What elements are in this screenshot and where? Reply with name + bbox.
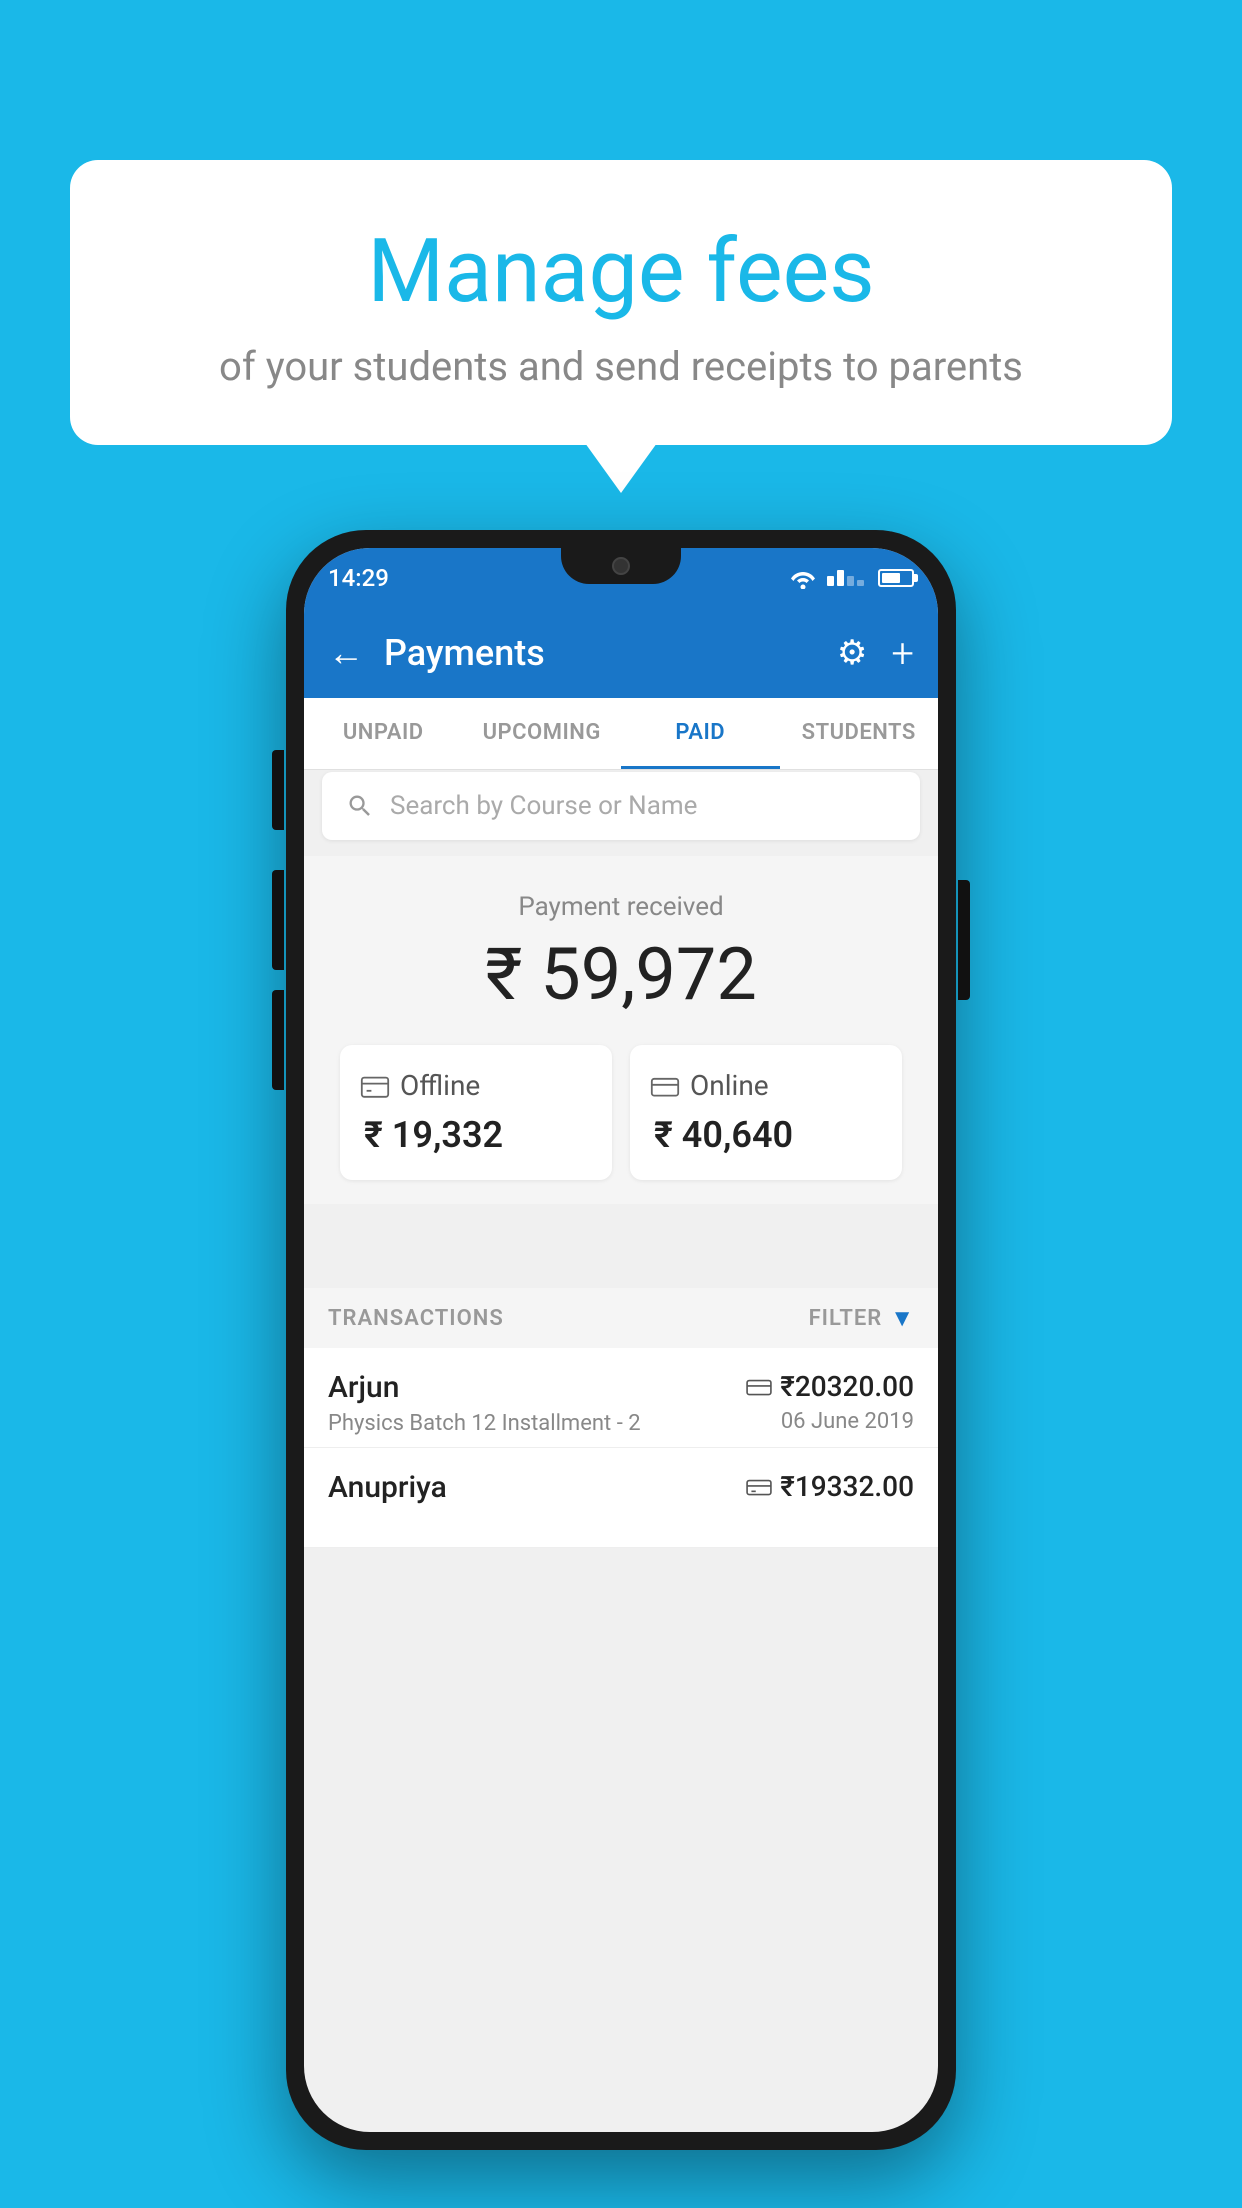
header-icons: ⚙ + <box>837 630 914 677</box>
phone-outer: 14:29 <box>286 530 956 2150</box>
online-card-header: Online <box>650 1069 769 1102</box>
volume-down-button <box>272 990 284 1090</box>
payment-cards: Offline ₹ 19,332 Online ₹ <box>322 1045 920 1180</box>
signal-icon <box>827 570 864 586</box>
add-button[interactable]: + <box>891 630 914 677</box>
status-time: 14:29 <box>328 564 389 592</box>
tab-unpaid[interactable]: UNPAID <box>304 698 463 769</box>
transactions-label: TRANSACTIONS <box>328 1306 809 1331</box>
offline-card: Offline ₹ 19,332 <box>340 1045 612 1180</box>
transaction-amount-row: ₹19332.00 <box>746 1470 914 1503</box>
payment-received-label: Payment received <box>322 892 920 922</box>
notch <box>561 548 681 584</box>
battery-icon <box>878 569 914 587</box>
transaction-amount: ₹20320.00 <box>780 1370 914 1403</box>
transaction-amount-row: ₹20320.00 <box>746 1370 914 1403</box>
transaction-date: 06 June 2019 <box>746 1409 914 1434</box>
camera <box>612 557 630 575</box>
bubble-subtitle: of your students and send receipts to pa… <box>120 343 1122 390</box>
offline-icon <box>360 1074 390 1098</box>
online-label: Online <box>690 1069 769 1102</box>
wifi-icon <box>789 567 817 589</box>
online-icon <box>650 1074 680 1098</box>
battery-fill <box>882 573 900 583</box>
back-button[interactable]: ← <box>328 632 364 674</box>
tab-students[interactable]: STUDENTS <box>780 698 939 769</box>
transaction-name: Arjun <box>328 1370 641 1405</box>
search-icon <box>346 792 374 820</box>
cash-payment-icon <box>746 1477 772 1497</box>
status-icons <box>789 567 914 589</box>
transaction-amount: ₹19332.00 <box>780 1470 914 1503</box>
payment-summary: Payment received ₹ 59,972 Offline <box>304 856 938 1204</box>
filter-icon[interactable]: ▼ <box>890 1304 914 1333</box>
phone-screen: 14:29 <box>304 548 938 2132</box>
payment-total-amount: ₹ 59,972 <box>322 932 920 1017</box>
settings-icon[interactable]: ⚙ <box>837 633 867 673</box>
payment-summary-center: Payment received ₹ 59,972 <box>322 892 920 1017</box>
search-placeholder: Search by Course or Name <box>390 791 697 821</box>
transaction-right: ₹20320.00 06 June 2019 <box>746 1370 914 1434</box>
tab-paid[interactable]: PAID <box>621 698 780 769</box>
transaction-left: Arjun Physics Batch 12 Installment - 2 <box>328 1370 641 1436</box>
table-row[interactable]: Arjun Physics Batch 12 Installment - 2 ₹… <box>304 1348 938 1448</box>
power-button <box>958 880 970 1000</box>
online-card: Online ₹ 40,640 <box>630 1045 902 1180</box>
tab-upcoming[interactable]: UPCOMING <box>463 698 622 769</box>
page-title: Payments <box>384 632 837 674</box>
online-amount: ₹ 40,640 <box>650 1114 793 1156</box>
tabs-bar: UNPAID UPCOMING PAID STUDENTS <box>304 698 938 770</box>
transaction-name: Anupriya <box>328 1470 447 1505</box>
app-header: ← Payments ⚙ + <box>304 608 938 698</box>
phone-device: 14:29 <box>286 530 956 2150</box>
transactions-header: TRANSACTIONS FILTER ▼ <box>304 1288 938 1348</box>
speech-bubble: Manage fees of your students and send re… <box>70 160 1172 445</box>
offline-card-header: Offline <box>360 1069 480 1102</box>
transaction-right: ₹19332.00 <box>746 1470 914 1509</box>
filter-label: FILTER <box>809 1306 883 1331</box>
transaction-description: Physics Batch 12 Installment - 2 <box>328 1411 641 1436</box>
bubble-title: Manage fees <box>120 220 1122 323</box>
card-payment-icon <box>746 1377 772 1397</box>
offline-amount: ₹ 19,332 <box>360 1114 503 1156</box>
table-row[interactable]: Anupriya ₹19332.00 <box>304 1448 938 1548</box>
offline-label: Offline <box>400 1069 480 1102</box>
volume-up-button <box>272 870 284 970</box>
transaction-left: Anupriya <box>328 1470 447 1511</box>
search-bar[interactable]: Search by Course or Name <box>322 772 920 840</box>
